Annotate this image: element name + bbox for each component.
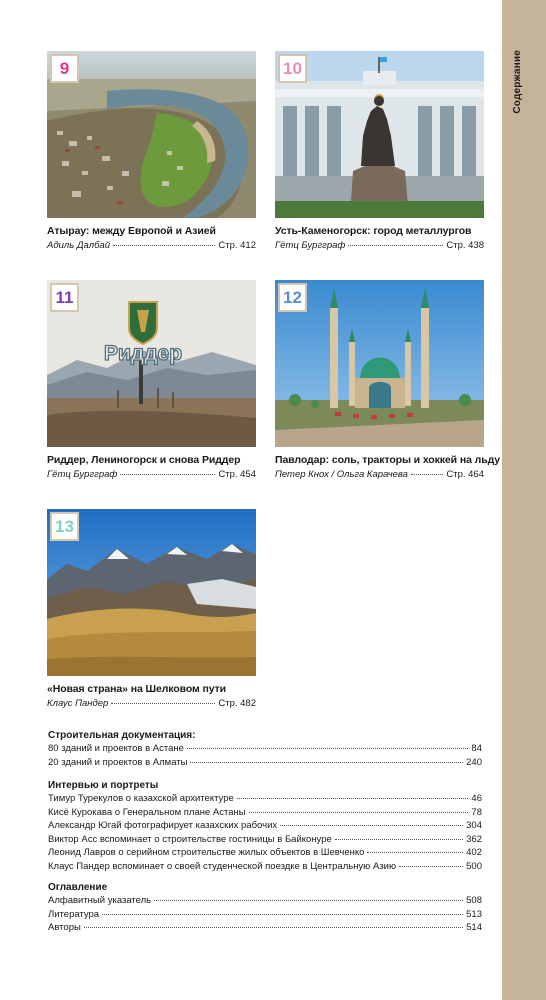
leader-dots [154,900,464,901]
photo-ust-kamenogorsk: 10 [275,51,484,218]
toc-entry-label: Авторы [48,922,81,933]
article-author: Гётц Бургграф [275,240,346,251]
article-title: Павлодар: соль, тракторы и хоккей на льд… [275,454,501,466]
toc-entry[interactable]: Клаус Пандер вспоминает о своей студенче… [48,861,482,875]
toc-entry-label: Алфавитный указатель [48,895,152,906]
article-page: Стр. 454 [218,469,256,480]
toc-entry-page: 514 [466,922,482,933]
article-title: Атырау: между Европой и Азией [47,225,216,237]
article-atyrau[interactable]: 9 Атырау: между Европой и Азией Адиль Да… [47,51,256,251]
toc-entry[interactable]: Литература 513 [48,909,482,923]
leader-dots [334,838,464,840]
side-tab: Содержание [502,0,546,1000]
leader-dots [113,245,216,246]
article-author: Клаус Пандер [47,698,109,709]
photo-pavlodar: 12 [275,280,484,447]
leader-dots [367,852,464,853]
article-meta: Адиль Далбай Стр. 412 [47,240,256,251]
toc-entry-page: 500 [466,860,482,872]
toc-entry[interactable]: Авторы 514 [48,922,482,936]
article-meta: Клаус Пандер Стр. 482 [47,698,256,709]
article-author: Петер Кнох / Ольга Карачева [275,469,408,480]
leader-dots [280,825,464,826]
article-author: Адиль Далбай [47,240,110,251]
leader-dots [348,245,444,246]
toc-entry[interactable]: Алфавитный указатель 508 [48,895,482,909]
leader-dots [248,811,469,813]
leader-dots [410,474,444,475]
toc-heading: Интервью и портреты [48,780,159,791]
toc-section-construction-docs: Строительная документация: 80 зданий и п… [48,730,482,770]
toc-entry-page: 84 [471,743,482,754]
article-title: Риддер, Лениногорск и снова Риддер [47,454,241,466]
toc-entry-label: Виктор Асс вспоминает о строительстве го… [48,833,332,845]
toc-entry-page: 508 [466,895,482,906]
toc-entry[interactable]: Тимур Турекулов о казахской архитектуре … [48,793,482,807]
article-number-badge: 13 [50,512,79,541]
article-page: Стр. 482 [218,698,256,709]
toc-entry[interactable]: Кисё Курокава о Генеральном плане Астаны… [48,807,482,821]
article-number-badge: 10 [278,54,307,83]
toc-entry-label: Кисё Курокава о Генеральном плане Астаны [48,806,246,818]
toc-entry[interactable]: Александр Югай фотографирует казахских р… [48,820,482,834]
photo-atyrau: 9 [47,51,256,218]
toc-entry-page: 304 [466,820,482,831]
article-page: Стр. 464 [446,469,484,480]
toc-heading: Строительная документация: [48,730,196,741]
toc-entry-page: 513 [466,908,482,920]
leader-dots [83,927,464,928]
leader-dots [236,798,469,799]
leader-dots [102,913,464,915]
leader-dots [111,703,216,704]
toc-entry[interactable]: Леонид Лавров о серийном строительстве ж… [48,847,482,861]
toc-entry-page: 402 [466,847,482,858]
article-title: «Новая страна» на Шелковом пути [47,683,226,695]
side-tab-label: Содержание [512,50,523,114]
article-number-badge: 9 [50,54,79,83]
toc-entry-label: Тимур Турекулов о казахской архитектуре [48,793,234,804]
article-meta: Гётц Бургграф Стр. 454 [47,469,256,480]
article-ust-kamenogorsk[interactable]: 10 Усть-Каменогорск: город металлургов Г… [275,51,484,251]
article-page: Стр. 438 [446,240,484,251]
leader-dots [186,748,469,749]
toc-entry[interactable]: Виктор Асс вспоминает о строительстве го… [48,834,482,848]
toc-entry-page: 46 [471,793,482,804]
toc-section-interviews: Интервью и портреты Тимур Турекулов о ка… [48,780,482,874]
toc-entry-label: Леонид Лавров о серийном строительстве ж… [48,847,365,858]
leader-dots [399,865,464,867]
toc-entry-label: Александр Югай фотографирует казахских р… [48,820,278,831]
toc-entry-page: 240 [466,756,482,768]
article-page: Стр. 412 [218,240,256,251]
toc-entry[interactable]: 20 зданий и проектов в Алматы 240 [48,757,482,771]
photo-sign-text: Риддер [104,342,182,365]
article-author: Гётц Бургграф [47,469,118,480]
article-silk-road[interactable]: 13 «Новая страна» на Шелковом пути Клаус… [47,509,256,709]
toc-section-contents: Оглавление Алфавитный указатель 508 Лите… [48,882,482,936]
toc-entry-label: Литература [48,908,100,920]
photo-ridder: Риддер 11 [47,280,256,447]
article-meta: Петер Кнох / Ольга Карачева Стр. 464 [275,469,484,480]
article-meta: Гётц Бургграф Стр. 438 [275,240,484,251]
toc-entry-page: 362 [466,833,482,845]
article-number-badge: 11 [50,283,79,312]
toc-entry-page: 78 [471,806,482,818]
photo-silk-road: 13 [47,509,256,676]
toc-heading: Оглавление [48,882,108,893]
toc-entry-label: 20 зданий и проектов в Алматы [48,756,188,768]
leader-dots [120,474,216,475]
article-pavlodar[interactable]: 12 Павлодар: соль, тракторы и хоккей на … [275,280,501,480]
leader-dots [190,761,464,763]
article-ridder[interactable]: Риддер 11 Риддер, Лениногорск и снова Ри… [47,280,256,480]
toc-entry-label: Клаус Пандер вспоминает о своей студенче… [48,860,397,872]
article-number-badge: 12 [278,283,307,312]
toc-entry[interactable]: 80 зданий и проектов в Астане 84 [48,743,482,757]
article-title: Усть-Каменогорск: город металлургов [275,225,472,237]
toc-entry-label: 80 зданий и проектов в Астане [48,743,184,754]
